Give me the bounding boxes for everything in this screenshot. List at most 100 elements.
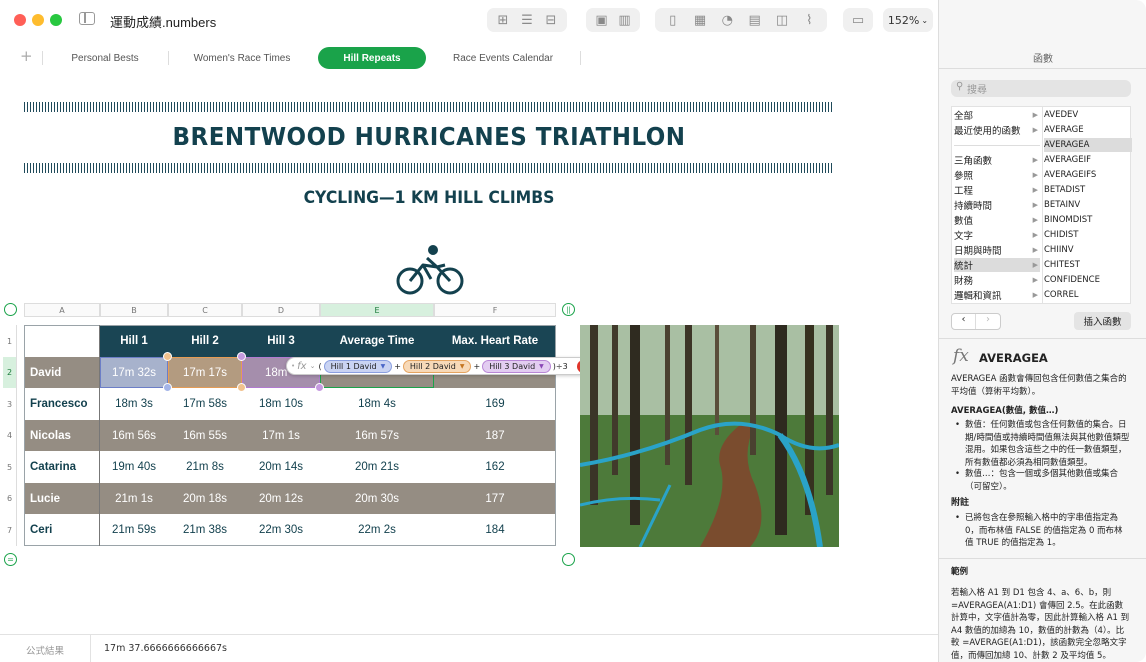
list-icon[interactable]: ☰ [517, 13, 537, 28]
function-item[interactable]: AVERAGE [1044, 123, 1132, 137]
shape-icon[interactable]: ◫ [772, 13, 792, 28]
table-cell[interactable]: 169 [434, 388, 556, 420]
table-row-name[interactable]: Ceri [24, 514, 100, 546]
table-icon[interactable]: ▦ [690, 13, 710, 28]
zoom-window-button[interactable] [50, 14, 62, 26]
table-row-name[interactable]: Francesco [24, 388, 100, 420]
table-select-handle[interactable] [4, 303, 17, 316]
text-icon[interactable]: ▤ [745, 13, 765, 28]
comment-button[interactable]: ▭ [843, 8, 873, 32]
reference-handle[interactable] [237, 352, 246, 361]
table-cell[interactable]: 17m 17s [168, 357, 242, 388]
row-header-3[interactable]: 3 [3, 388, 17, 420]
category-item[interactable]: 邏輯和資訊 ▶ [954, 288, 1040, 302]
back-icon[interactable]: ‹ [952, 314, 976, 329]
add-row-icon[interactable]: ⊟ [541, 13, 561, 28]
table-cell[interactable]: 21m 8s [168, 451, 242, 483]
reference-handle[interactable] [163, 383, 172, 392]
table-row-name[interactable]: Catarina [24, 451, 100, 483]
category-item[interactable]: 日期與時間 ▶ [954, 243, 1040, 257]
function-item[interactable]: AVERAGEIF [1044, 153, 1132, 167]
header-cell[interactable]: Max. Heart Rate [434, 325, 556, 357]
category-item[interactable]: 財務 ▶ [954, 273, 1040, 287]
table-cell[interactable]: 17m 32s [100, 357, 168, 388]
table-cell[interactable]: 18m 10s [242, 388, 320, 420]
table-cell[interactable]: 17m 58s [168, 388, 242, 420]
row-header-5[interactable]: 5 [3, 451, 17, 483]
table-cell[interactable]: 21m 1s [100, 483, 168, 514]
table-cell[interactable]: 17m 1s [242, 420, 320, 451]
column-header-b[interactable]: B [100, 303, 168, 317]
category-item[interactable]: 文字 ▶ [954, 228, 1040, 242]
insert-function-button[interactable]: 插入函數 [1074, 312, 1131, 330]
header-corner-cell[interactable] [24, 325, 100, 357]
add-table-icon[interactable]: ⊞ [493, 13, 513, 28]
tab-personal-bests[interactable]: Personal Bests [60, 47, 150, 69]
table-cell[interactable]: 16m 57s [320, 420, 434, 451]
function-item[interactable]: CHIDIST [1044, 228, 1132, 242]
function-item[interactable]: BETAINV [1044, 198, 1132, 212]
row-header-4[interactable]: 4 [3, 420, 17, 451]
function-item[interactable]: CHIINV [1044, 243, 1132, 257]
table-cell[interactable]: 16m 55s [168, 420, 242, 451]
table-cell[interactable]: 16m 56s [100, 420, 168, 451]
table-cell[interactable]: 187 [434, 420, 556, 451]
table-cell[interactable]: 184 [434, 514, 556, 546]
row-header-2[interactable]: 2 [3, 357, 17, 388]
reference-handle[interactable] [163, 352, 172, 361]
tab-hill-repeats[interactable]: Hill Repeats [318, 47, 426, 69]
row-header-1[interactable]: 1 [3, 325, 17, 357]
category-item[interactable]: 數值 ▶ [954, 213, 1040, 227]
formula-token-hill2[interactable]: Hill 2 David ▼ [402, 359, 472, 373]
attach-icon[interactable]: ⌇ [799, 13, 819, 28]
row-header-7[interactable]: 7 [3, 514, 17, 546]
column-header-a[interactable]: A [24, 303, 100, 317]
category-item[interactable]: 三角函數 ▶ [954, 153, 1040, 167]
category-item[interactable]: 全部 ▶ [954, 108, 1040, 122]
table-cell[interactable]: 20m 12s [242, 483, 320, 514]
column-header-c[interactable]: C [168, 303, 242, 317]
category-item[interactable]: 工程 ▶ [954, 183, 1040, 197]
table-cell[interactable]: 18m 3s [100, 388, 168, 420]
table-cell[interactable]: 21m 59s [100, 514, 168, 546]
function-item-selected[interactable]: AVERAGEA [1044, 138, 1132, 152]
table-cell[interactable]: 162 [434, 451, 556, 483]
function-item[interactable]: CHITEST [1044, 258, 1132, 272]
table-cell[interactable]: 19m 40s [100, 451, 168, 483]
table-row-name[interactable]: David [24, 357, 100, 388]
reference-handle[interactable] [237, 383, 246, 392]
table-cell[interactable]: 20m 14s [242, 451, 320, 483]
category-item-selected[interactable]: 統計 ▶ [954, 258, 1040, 272]
row-resize-handle[interactable]: = [4, 553, 17, 566]
zoom-menu[interactable]: 152% ⌄ [883, 8, 933, 32]
media-icon[interactable]: ▣ [592, 13, 612, 28]
fx-icon[interactable]: fx [297, 361, 306, 372]
formula-token-hill1[interactable]: Hill 1 David ▼ [323, 359, 393, 373]
table-cell[interactable]: 22m 30s [242, 514, 320, 546]
row-header-6[interactable]: 6 [3, 483, 17, 514]
column-resize-handle[interactable]: || [562, 303, 575, 316]
table-resize-handle[interactable] [562, 553, 575, 566]
category-item[interactable]: 持續時間 ▶ [954, 198, 1040, 212]
function-item[interactable]: CORREL [1044, 288, 1132, 302]
formula-editor[interactable]: • fx ⌄ ( Hill 1 David ▼ + Hill 2 David ▼ +… [286, 357, 610, 375]
sidebar-toggle-icon[interactable] [79, 12, 95, 25]
column-header-e[interactable]: E [320, 303, 434, 317]
table-cell[interactable]: 18m 4s [320, 388, 434, 420]
tab-womens-race-times[interactable]: Women's Race Times [182, 47, 302, 69]
table-row-name[interactable]: Nicolas [24, 420, 100, 451]
function-item[interactable]: BETADIST [1044, 183, 1132, 197]
table-cell[interactable]: 20m 30s [320, 483, 434, 514]
header-cell[interactable]: Hill 1 [100, 325, 168, 357]
table-cell[interactable]: 20m 21s [320, 451, 434, 483]
table-cell[interactable]: 20m 18s [168, 483, 242, 514]
close-window-button[interactable] [14, 14, 26, 26]
tab-race-events-calendar[interactable]: Race Events Calendar [444, 47, 562, 69]
reference-handle[interactable] [315, 383, 324, 392]
function-item[interactable]: AVEDEV [1044, 108, 1132, 122]
function-item[interactable]: BINOMDIST [1044, 213, 1132, 227]
forward-icon[interactable]: › [976, 314, 1000, 329]
table-row-name[interactable]: Lucie [24, 483, 100, 514]
column-header-f[interactable]: F [434, 303, 556, 317]
header-cell[interactable]: Hill 2 [168, 325, 242, 357]
